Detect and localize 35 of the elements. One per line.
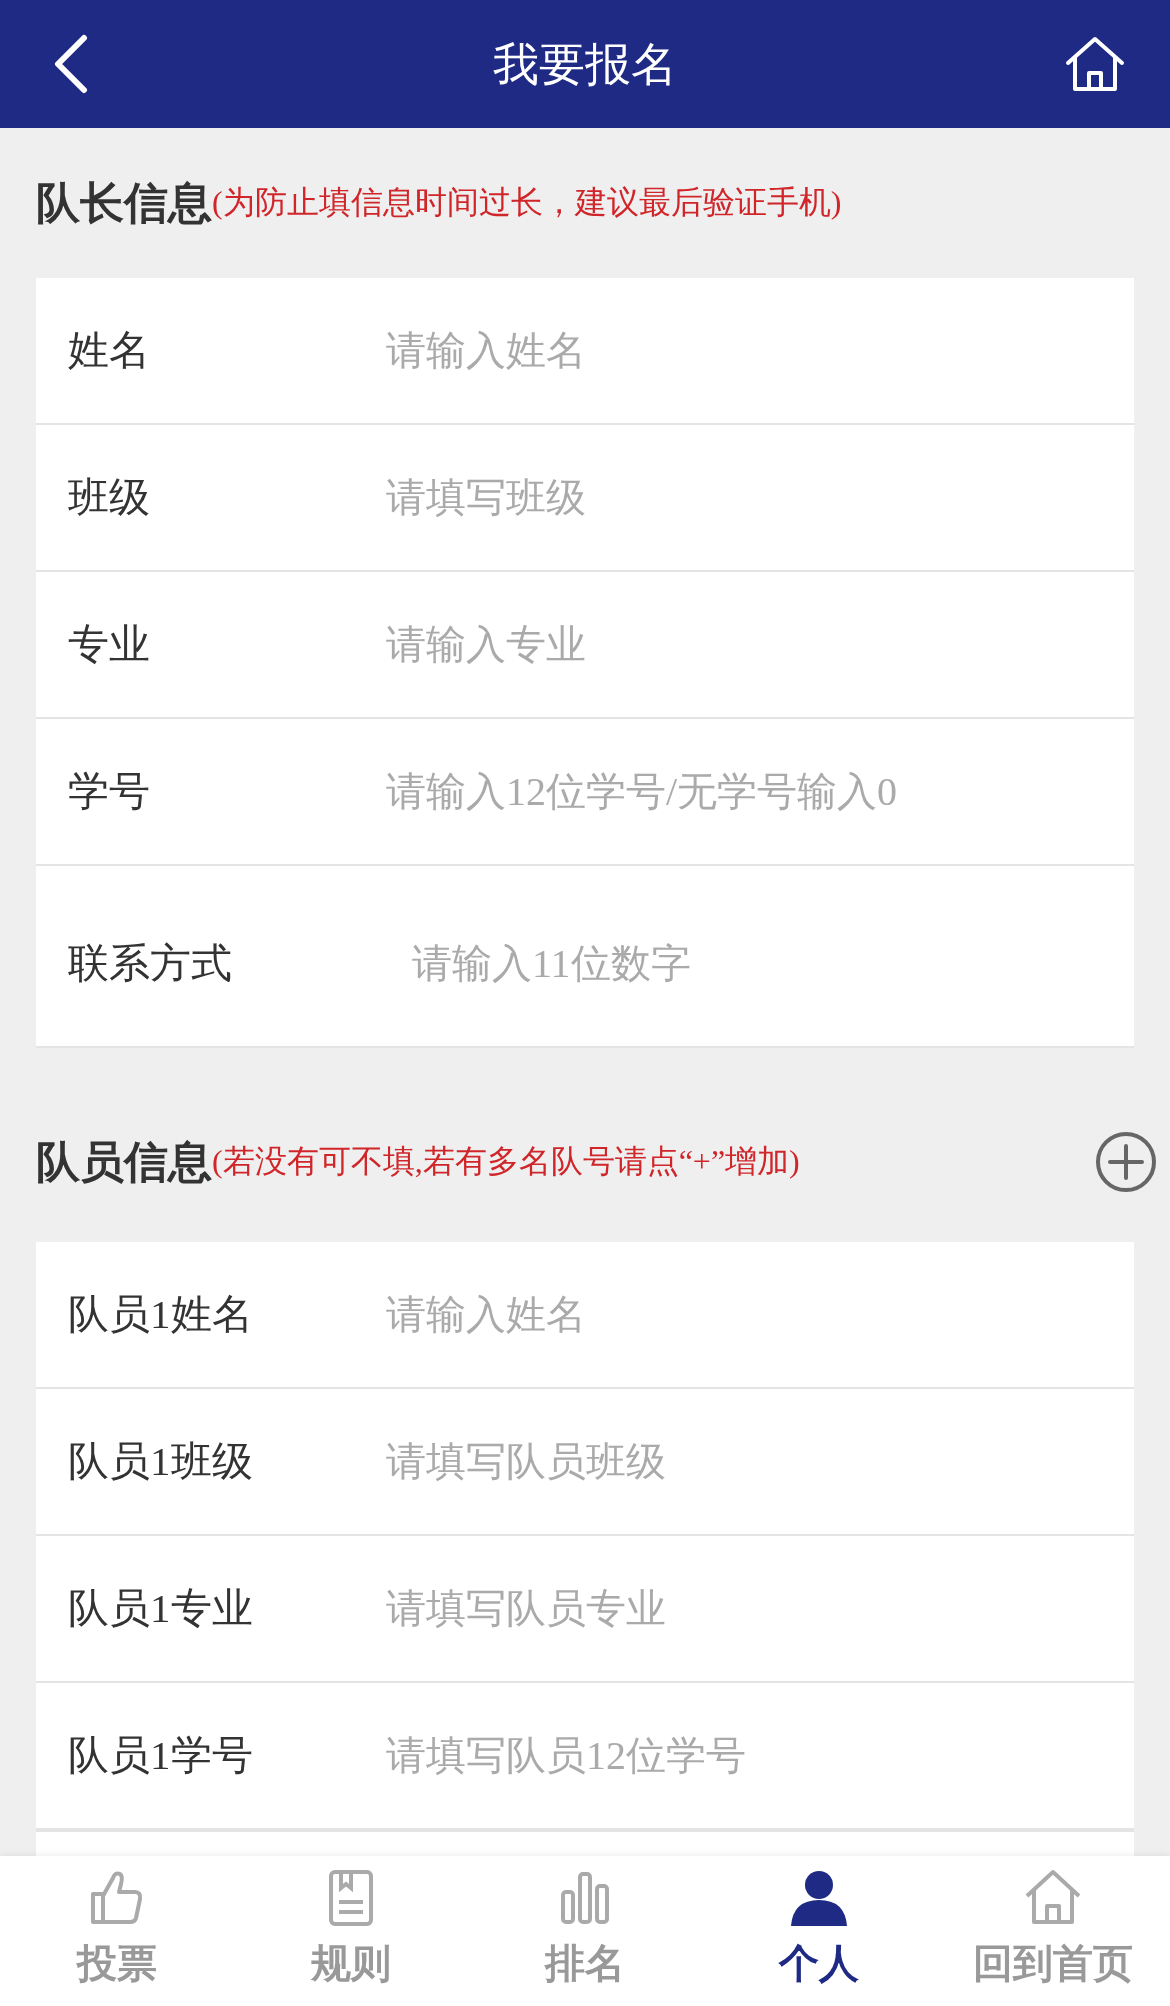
section-title: 队长信息 <box>36 175 212 230</box>
tab-button[interactable]: 投票 <box>0 1856 234 2006</box>
input-field[interactable]: 请填写队员专业 <box>386 1585 1046 1632</box>
field-label: 队员1学号 <box>68 1731 254 1780</box>
field-label: 学号 <box>68 767 151 816</box>
field-label: 队员1班级 <box>68 1437 254 1486</box>
tab-button[interactable]: 规则 <box>234 1856 468 2006</box>
field-label: 队员1姓名 <box>68 1290 254 1339</box>
field-label: 姓名 <box>68 326 151 375</box>
field-label: 专业 <box>68 620 151 669</box>
input-field[interactable]: 请填写班级 <box>386 474 1046 521</box>
tab-button[interactable]: 回到首页 <box>936 1856 1170 2006</box>
input-field[interactable]: 请输入11位数字 <box>412 939 1072 987</box>
tab-button[interactable]: 排名 <box>468 1856 702 2006</box>
field-label: 班级 <box>68 473 151 522</box>
field-label: 队员1专业 <box>68 1584 254 1633</box>
field-label: 联系方式 <box>68 938 233 988</box>
input-field[interactable]: 请填写队员12位学号 <box>386 1732 1046 1779</box>
add-button[interactable] <box>1094 1130 1158 1194</box>
add-icon <box>1094 1130 1158 1194</box>
page-title: 我要报名 <box>493 37 677 91</box>
tab-button[interactable]: 个人 <box>702 1856 936 2006</box>
section-title: 队员信息 <box>36 1134 212 1189</box>
input-field[interactable]: 请输入专业 <box>386 621 1046 668</box>
input-field[interactable]: 请输入姓名 <box>386 327 1046 374</box>
person-icon <box>789 1868 849 1928</box>
home-icon <box>1064 35 1126 93</box>
back-icon <box>52 34 88 94</box>
back-button[interactable] <box>52 34 88 94</box>
input-field[interactable]: 请输入12位学号/无学号输入0 <box>386 768 1046 815</box>
input-field[interactable]: 请填写队员班级 <box>386 1438 1046 1485</box>
section-note: (为防止填信息时间过长，建议最后验证手机) <box>212 184 842 221</box>
section-note: (若没有可不填,若有多名队号请点“+”增加) <box>212 1143 800 1180</box>
home-button[interactable] <box>1064 35 1126 93</box>
input-field[interactable]: 请输入姓名 <box>386 1291 1046 1338</box>
